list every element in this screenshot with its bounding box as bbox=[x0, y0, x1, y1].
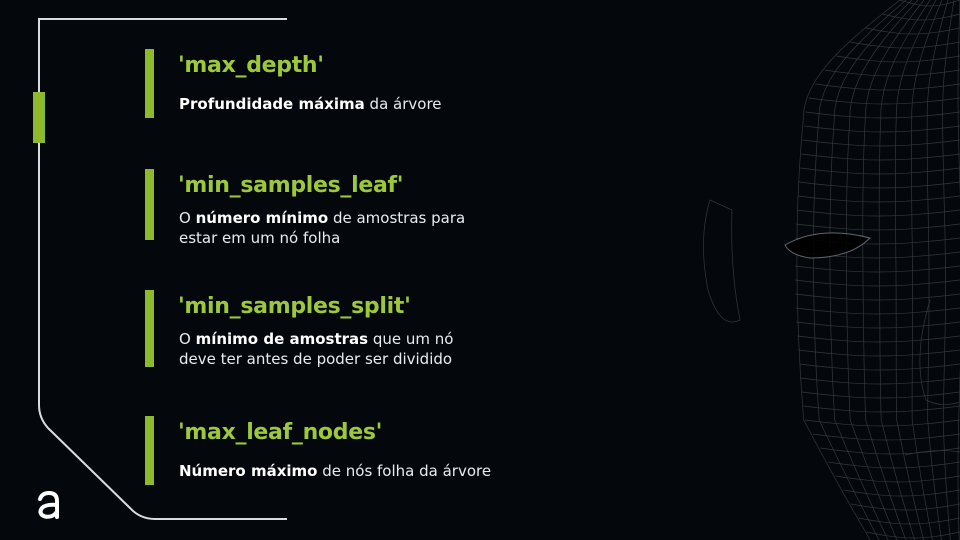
param-title: 'max_leaf_nodes' bbox=[178, 420, 383, 445]
accent-bar bbox=[145, 290, 154, 367]
param-title: 'max_depth' bbox=[178, 53, 324, 78]
accent-bar bbox=[145, 49, 154, 118]
accent-bar bbox=[145, 416, 154, 485]
param-description: Profundidade máxima da árvore bbox=[179, 95, 442, 113]
param-description: Número máximo de nós folha da árvore bbox=[179, 462, 492, 480]
slide: 'max_depth' Profundidade máxima da árvor… bbox=[0, 0, 960, 540]
param-title: 'min_samples_leaf' bbox=[178, 173, 404, 198]
eye-shape bbox=[784, 232, 871, 259]
accent-tab bbox=[33, 92, 45, 143]
param-title: 'min_samples_split' bbox=[178, 294, 411, 319]
accent-bar bbox=[145, 169, 154, 240]
param-item-max-leaf-nodes: 'max_leaf_nodes' Número máximo de nós fo… bbox=[145, 416, 525, 486]
brand-a-logo bbox=[38, 490, 59, 519]
param-item-min-samples-leaf: 'min_samples_leaf' O número mínimo de am… bbox=[145, 169, 525, 247]
param-description: O mínimo de amostras que um nó deve ter … bbox=[179, 330, 454, 368]
param-item-min-samples-split: 'min_samples_split' O mínimo de amostras… bbox=[145, 290, 525, 368]
param-description: O número mínimo de amostras para estar e… bbox=[179, 209, 466, 247]
wireframe-face-illustration bbox=[703, 0, 960, 540]
param-item-max-depth: 'max_depth' Profundidade máxima da árvor… bbox=[145, 49, 525, 119]
